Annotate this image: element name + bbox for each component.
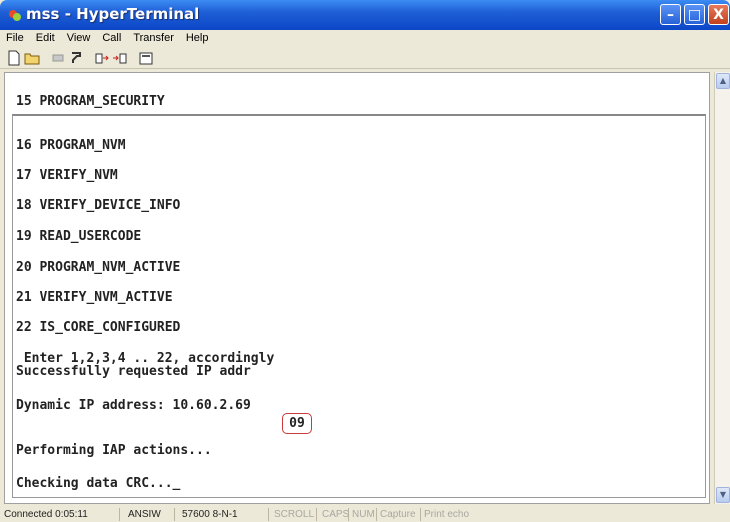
vertical-scrollbar[interactable]: ▲ ▼ xyxy=(714,72,730,504)
terminal-line: 17 VERIFY_NVM xyxy=(16,168,118,183)
status-num: NUM xyxy=(348,508,377,521)
maximize-button[interactable]: □ xyxy=(684,4,705,25)
hyperterminal-icon xyxy=(9,10,21,21)
open-icon[interactable] xyxy=(24,50,40,66)
terminal-line: 19 READ_USERCODE xyxy=(16,229,142,244)
terminal-line: Dynamic IP address: 10.60.2.69 xyxy=(16,398,251,413)
terminal-line: 16 PROGRAM_NVM xyxy=(16,138,126,153)
status-port: 57600 8-N-1 xyxy=(178,508,269,521)
terminal-line: Successfully requested IP addr xyxy=(16,364,251,379)
status-capture: Capture xyxy=(376,508,421,521)
status-caps: CAPS xyxy=(318,508,349,521)
terminal-line: 20 PROGRAM_NVM_ACTIVE xyxy=(16,260,181,275)
scroll-up-arrow-icon[interactable]: ▲ xyxy=(716,73,730,89)
terminal-line: 22 IS_CORE_CONFIGURED xyxy=(16,320,181,335)
new-icon[interactable] xyxy=(6,50,22,66)
terminal-line: Performing IAP actions... xyxy=(16,443,212,458)
connect-icon[interactable] xyxy=(68,50,84,66)
terminal-header-line: 15 PROGRAM_SECURITY xyxy=(16,94,165,109)
close-button[interactable]: X xyxy=(708,4,729,25)
menu-view[interactable]: View xyxy=(61,30,97,44)
minimize-button[interactable]: – xyxy=(660,4,681,25)
status-print-echo: Print echo xyxy=(424,509,470,520)
status-scroll: SCROLL xyxy=(270,508,317,521)
toolbar xyxy=(0,48,730,69)
terminal-cursor-line: Checking data CRC..._ xyxy=(16,476,181,491)
status-bar: Connected 0:05:11 ANSIW 57600 8-N-1 SCRO… xyxy=(0,506,730,522)
scroll-down-arrow-icon[interactable]: ▼ xyxy=(716,487,730,503)
menu-bar: File Edit View Call Transfer Help xyxy=(0,30,730,48)
menu-edit[interactable]: Edit xyxy=(30,30,61,44)
receive-icon[interactable] xyxy=(112,50,128,66)
menu-help[interactable]: Help xyxy=(180,30,215,44)
terminal-line: 21 VERIFY_NVM_ACTIVE xyxy=(16,290,173,305)
menu-file[interactable]: File xyxy=(0,30,30,44)
status-connected: Connected 0:05:11 xyxy=(0,508,120,521)
menu-transfer[interactable]: Transfer xyxy=(127,30,180,44)
status-emulation: ANSIW xyxy=(124,508,175,521)
menu-call[interactable]: Call xyxy=(96,30,127,44)
window-title: mss - HyperTerminal xyxy=(26,5,200,23)
disconnect-icon[interactable] xyxy=(50,50,66,66)
send-icon[interactable] xyxy=(94,50,110,66)
title-bar[interactable]: mss - HyperTerminal – □ X xyxy=(0,0,730,30)
terminal-line: 18 VERIFY_DEVICE_INFO xyxy=(16,198,181,213)
highlight-callout: 09 xyxy=(282,413,312,434)
properties-icon[interactable] xyxy=(138,50,154,66)
